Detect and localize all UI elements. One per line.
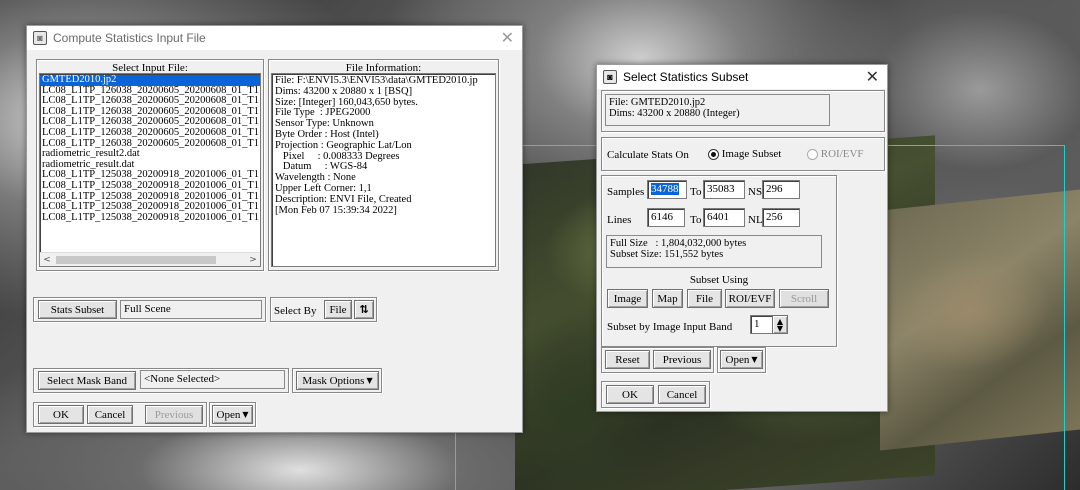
close-icon[interactable]: ✕ (866, 67, 879, 87)
image-subset-label: Image Subset (721, 148, 782, 160)
subset-file-info: File: GMTED2010.jp2 Dims: 43200 x 20880 … (605, 94, 830, 126)
radio-unselected-icon[interactable] (807, 148, 818, 160)
file-info-line: [Mon Feb 07 15:39:34 2022] (275, 204, 397, 216)
ns-input[interactable]: 296 (762, 180, 800, 199)
spin-down-icon[interactable]: ▼ (777, 324, 783, 332)
lines-from-input[interactable]: 6146 (647, 208, 685, 227)
size-info-box: Full Size : 1,804,032,000 bytes Subset S… (606, 235, 822, 268)
open-button[interactable]: Open ▼ (212, 405, 253, 424)
stats-subset-button[interactable]: Stats Subset (38, 300, 117, 319)
subset-using-label: Subset Using (689, 274, 749, 286)
lines-label: Lines (607, 214, 632, 226)
lines-to-input[interactable]: 6401 (703, 208, 745, 227)
roi-evf-label: ROI/EVF (820, 148, 864, 160)
subset-size-text: Subset Size: 151,552 bytes (610, 248, 724, 260)
open-label: Open (216, 408, 241, 421)
cancel-button[interactable]: Cancel (87, 405, 133, 424)
subset-map-button[interactable]: Map (652, 289, 683, 308)
close-icon[interactable]: ✕ (501, 28, 514, 48)
compute-statistics-input-file-window: ◙ Compute Statistics Input File ✕ Select… (26, 25, 523, 433)
subset-roi-evf-button[interactable]: ROI/EVF (725, 289, 775, 308)
select-by-label: Select By (274, 305, 317, 317)
lines-to-label: To (690, 214, 702, 226)
envi-app-icon: ◙ (33, 31, 47, 45)
roi-evf-radio[interactable]: ROI/EVF (807, 148, 864, 160)
samples-label: Samples (607, 186, 645, 198)
ok-button[interactable]: OK (606, 385, 654, 404)
nl-input[interactable]: 256 (762, 208, 800, 227)
previous-button[interactable]: Previous (653, 350, 711, 369)
samples-from-input[interactable]: 34788 (647, 180, 687, 199)
samples-to-input[interactable]: 35083 (703, 180, 745, 199)
subset-scroll-button[interactable]: Scroll (779, 289, 829, 308)
stats-subset-field: Full Scene (120, 300, 262, 319)
select-statistics-subset-window: ◙ Select Statistics Subset ✕ File: GMTED… (596, 64, 888, 412)
envi-app-icon: ◙ (603, 70, 617, 84)
title-bar[interactable]: ◙ Select Statistics Subset ✕ (597, 65, 887, 89)
ok-button[interactable]: OK (38, 405, 84, 424)
landsat-scene-2 (880, 189, 1080, 451)
subset-box-right (1064, 145, 1065, 490)
dropdown-arrow-icon: ▼ (366, 376, 373, 385)
file-list-items[interactable]: GMTED2010.jp2 LC08_L1TP_126038_20200605_2… (40, 75, 260, 251)
open-button[interactable]: Open ▼ (720, 350, 763, 369)
mask-band-field: <None Selected> (140, 370, 285, 389)
select-by-file-button[interactable]: File (324, 300, 352, 319)
file-info-line: Projection : Geographic Lat/Lon (275, 139, 412, 151)
dropdown-arrow-icon: ▼ (242, 410, 249, 419)
subset-file-button[interactable]: File (687, 289, 722, 308)
file-info-line: Dims: 43200 x 20880 x 1 [BSQ] (275, 85, 413, 97)
file-list-item[interactable]: LC08_L1TP_126038_20200605_20200608_01_T1 (40, 127, 260, 139)
select-mask-band-button[interactable]: Select Mask Band (38, 371, 136, 390)
cancel-button[interactable]: Cancel (658, 385, 706, 404)
full-size-text: Full Size : 1,804,032,000 bytes (610, 238, 747, 249)
subset-dims-line: Dims: 43200 x 20880 (Integer) (609, 107, 740, 119)
file-list-item[interactable]: LC08_L1TP_125038_20200918_20201006_01_T1 (40, 180, 260, 192)
calculate-stats-on-label: Calculate Stats On (607, 149, 689, 161)
window-title: Compute Statistics Input File (53, 31, 206, 45)
input-file-list[interactable]: GMTED2010.jp2 LC08_L1TP_126038_20200605_2… (39, 73, 261, 267)
file-list-item[interactable]: LC08_L1TP_125038_20200918_20201006_01_T1 (40, 212, 260, 224)
ns-label: NS (748, 186, 763, 198)
subset-image-button[interactable]: Image (607, 289, 648, 308)
subset-by-band-label: Subset by Image Input Band (607, 321, 733, 333)
sort-icon[interactable]: ⇅ (354, 300, 374, 319)
scroll-thumb[interactable] (56, 256, 216, 264)
image-subset-radio[interactable]: Image Subset (708, 148, 781, 160)
file-information-text: File: F:\ENVI5.3\ENVI53\data\GMTED2010.j… (271, 73, 496, 267)
samples-to-label: To (690, 186, 702, 198)
mask-options-button[interactable]: Mask Options ▼ (296, 371, 379, 390)
previous-button[interactable]: Previous (145, 405, 203, 424)
scroll-right-icon[interactable]: > (246, 253, 260, 267)
file-info-line: Description: ENVI File, Created (275, 193, 412, 205)
window-title: Select Statistics Subset (623, 70, 749, 84)
dropdown-arrow-icon: ▼ (751, 355, 758, 364)
nl-label: NL (748, 214, 763, 226)
open-label: Open (725, 353, 750, 366)
mask-options-label: Mask Options (302, 374, 365, 387)
band-spinner-arrows-icon[interactable]: ▲ ▼ (772, 315, 788, 334)
title-bar[interactable]: ◙ Compute Statistics Input File ✕ (27, 26, 522, 50)
radio-selected-icon[interactable] (708, 148, 719, 160)
samples-from-value: 34788 (651, 183, 679, 195)
scroll-left-icon[interactable]: < (40, 253, 54, 267)
horizontal-scrollbar[interactable]: < > (40, 252, 260, 266)
file-list-item[interactable]: GMTED2010.jp2 (40, 75, 260, 86)
reset-button[interactable]: Reset (605, 350, 650, 369)
subset-file-line: File: GMTED2010.jp2 (609, 97, 706, 108)
